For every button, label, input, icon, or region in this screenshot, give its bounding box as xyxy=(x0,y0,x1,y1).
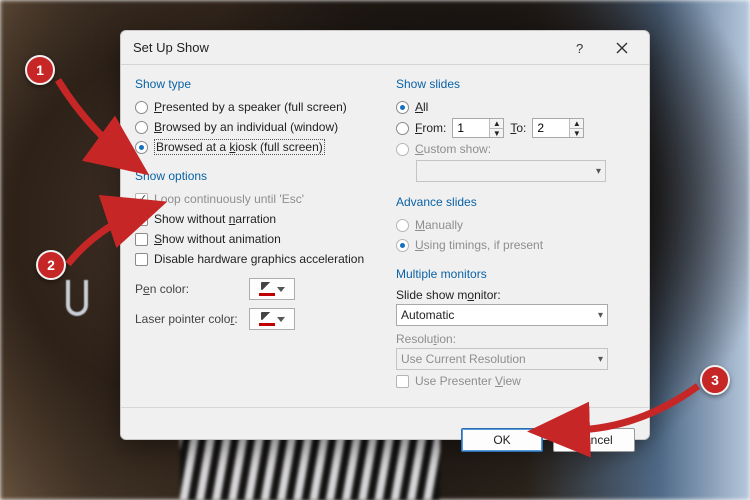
radio-label: Browsed at a kiosk (full screen) xyxy=(154,139,325,155)
pen-color-label: Pen color: xyxy=(135,282,243,296)
select-value: Use Current Resolution xyxy=(401,352,526,366)
radio-manually: Manually xyxy=(396,215,635,235)
check-label: Show without animation xyxy=(154,232,281,246)
radio-browsed-individual[interactable]: Browsed by an individual (window) xyxy=(135,117,374,137)
spin-up-icon[interactable]: ▲ xyxy=(569,119,583,128)
callout-arrow-1 xyxy=(50,72,160,182)
multiple-monitors-group: Multiple monitors Slide show monitor: Au… xyxy=(396,265,635,391)
laser-color-row: Laser pointer color: xyxy=(135,307,374,331)
setup-show-dialog: Set Up Show ? Show type Presented by a s… xyxy=(120,30,650,440)
pen-color-row: Pen color: xyxy=(135,277,374,301)
group-label: Show slides xyxy=(396,75,635,97)
ok-button[interactable]: OK xyxy=(461,428,543,452)
resolution-row: Resolution: Use Current Resolution ▾ xyxy=(396,331,635,371)
to-input[interactable] xyxy=(533,119,569,137)
radio-using-timings: Using timings, if present xyxy=(396,235,635,255)
radio-label: Manually xyxy=(415,218,463,232)
from-input[interactable] xyxy=(453,119,489,137)
spin-down-icon[interactable]: ▼ xyxy=(569,128,583,137)
radio-label: Using timings, if present xyxy=(415,238,543,252)
from-spinner[interactable]: ▲▼ xyxy=(452,118,504,138)
close-icon xyxy=(616,42,628,54)
radio-icon xyxy=(396,143,409,156)
pen-icon xyxy=(259,312,275,326)
chevron-down-icon: ▾ xyxy=(596,166,601,177)
resolution-label: Resolution: xyxy=(396,332,456,346)
laser-color-label: Laser pointer color: xyxy=(135,312,243,326)
select-value: Automatic xyxy=(401,308,454,322)
callout-arrow-3 xyxy=(570,380,710,440)
close-button[interactable] xyxy=(601,33,643,63)
check-label: Show without narration xyxy=(154,212,276,226)
group-label: Show options xyxy=(135,167,374,189)
titlebar: Set Up Show ? xyxy=(121,31,649,65)
radio-browsed-kiosk[interactable]: Browsed at a kiosk (full screen) xyxy=(135,137,374,157)
check-label: Loop continuously until 'Esc' xyxy=(154,192,304,206)
help-button[interactable]: ? xyxy=(559,33,601,63)
right-column: Show slides All From: ▲▼ To: ▲▼ xyxy=(396,75,635,401)
pen-color-button[interactable] xyxy=(249,278,295,300)
spin-down-icon[interactable]: ▼ xyxy=(489,128,503,137)
check-label: Use Presenter View xyxy=(415,374,521,388)
chevron-down-icon xyxy=(277,317,285,322)
radio-custom-show: Custom show: xyxy=(396,139,635,159)
radio-presented-speaker[interactable]: Presented by a speaker (full screen) xyxy=(135,97,374,117)
from-label: From: xyxy=(415,121,446,135)
chevron-down-icon: ▾ xyxy=(598,310,603,321)
to-spinner[interactable]: ▲▼ xyxy=(532,118,584,138)
check-label: Disable hardware graphics acceleration xyxy=(154,252,364,266)
radio-all-slides[interactable]: All xyxy=(396,97,635,117)
radio-label: Presented by a speaker (full screen) xyxy=(154,100,347,114)
custom-show-row: ▾ xyxy=(396,159,635,183)
resolution-select: Use Current Resolution ▾ xyxy=(396,348,608,370)
radio-label: Custom show: xyxy=(415,142,491,156)
monitor-row: Slide show monitor: Automatic ▾ xyxy=(396,287,635,327)
chevron-down-icon: ▾ xyxy=(598,354,603,365)
group-label: Advance slides xyxy=(396,193,635,215)
show-type-group: Show type Presented by a speaker (full s… xyxy=(135,75,374,157)
radio-label: Browsed by an individual (window) xyxy=(154,120,338,134)
callout-arrow-2 xyxy=(62,200,172,275)
group-label: Show type xyxy=(135,75,374,97)
dialog-title: Set Up Show xyxy=(133,40,209,55)
to-label: To: xyxy=(510,121,526,135)
radio-icon xyxy=(396,239,409,252)
chevron-down-icon xyxy=(277,287,285,292)
radio-icon xyxy=(396,219,409,232)
advance-slides-group: Advance slides Manually Using timings, i… xyxy=(396,193,635,255)
monitor-label: Slide show monitor: xyxy=(396,288,501,302)
check-icon xyxy=(396,375,409,388)
radio-icon xyxy=(396,122,409,135)
radio-from-to[interactable]: From: ▲▼ To: ▲▼ xyxy=(396,117,635,139)
radio-label: All xyxy=(415,100,428,114)
laser-color-button[interactable] xyxy=(249,308,295,330)
monitor-select[interactable]: Automatic ▾ xyxy=(396,304,608,326)
svg-text:?: ? xyxy=(576,41,583,55)
spin-up-icon[interactable]: ▲ xyxy=(489,119,503,128)
custom-show-select: ▾ xyxy=(416,160,606,182)
pen-icon xyxy=(259,282,275,296)
group-label: Multiple monitors xyxy=(396,265,635,287)
radio-icon xyxy=(396,101,409,114)
show-slides-group: Show slides All From: ▲▼ To: ▲▼ xyxy=(396,75,635,183)
